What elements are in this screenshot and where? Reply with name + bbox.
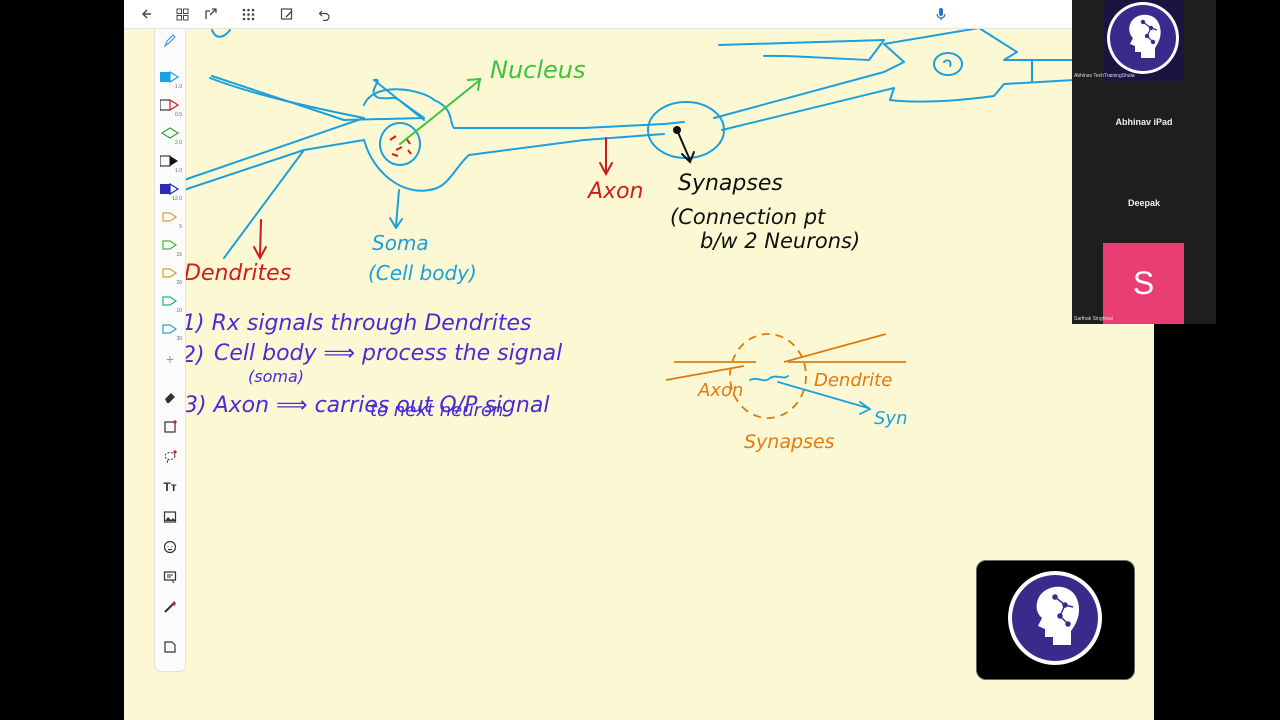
microphone-icon[interactable] — [932, 5, 950, 23]
self-view-video[interactable] — [976, 560, 1135, 680]
neuron-sketch — [183, 27, 1075, 259]
highlighter-teal-tool[interactable]: 10 — [159, 291, 182, 314]
red-arrows — [253, 137, 613, 261]
brain-logo-icon — [1008, 571, 1102, 665]
pen-black-tool[interactable]: 1.0 — [159, 151, 182, 174]
participant-name-deepak: Deepak — [1127, 198, 1161, 208]
pen-size-label: 2.0 — [175, 140, 182, 146]
note-point-1: 1) Rx signals through Dendrites — [182, 311, 532, 336]
highlighter-yellow-tool[interactable]: 20 — [159, 263, 182, 286]
label-axon: Axon — [586, 179, 643, 204]
image-icon[interactable] — [159, 507, 181, 527]
pen-red-tool[interactable]: 0.5 — [159, 95, 182, 118]
grid-view-icon[interactable] — [173, 5, 191, 23]
participant-name-sarthak: Sarthak Singhwal — [1074, 316, 1113, 322]
highlighter-size-label: 5 — [179, 224, 182, 230]
ruler-icon[interactable] — [159, 597, 181, 617]
highlighter-size-label: 10 — [176, 308, 182, 314]
highlighter-cyan-tool[interactable]: 30 — [159, 319, 182, 342]
diagram-label-syn: Syn — [874, 408, 908, 429]
drawing-tools-rail: 1.0 0.5 2.0 1.0 12.0 5 15 20 10 30 + Tт — [154, 28, 186, 672]
undo-icon[interactable] — [315, 5, 333, 23]
brain-logo-icon — [1107, 2, 1179, 74]
text-icon[interactable]: Tт — [159, 477, 181, 497]
label-dendrites: Dendrites — [184, 261, 291, 286]
label-nucleus: Nucleus — [490, 56, 586, 84]
diagram-label-dendrite: Dendrite — [814, 370, 892, 391]
participants-panel: Abhinav TechTrainingShala Abhinav iPad D… — [1072, 0, 1216, 324]
label-synapses-line1: (Connection pt — [670, 205, 826, 229]
comment-icon[interactable] — [159, 567, 181, 587]
pen-blue-tool[interactable]: 1.0 — [159, 67, 182, 90]
top-toolbar — [124, 0, 1072, 29]
participant-avatar-sarthak[interactable]: S — [1103, 243, 1184, 324]
pen-size-label: 12.0 — [172, 196, 182, 202]
highlighter-size-label: 30 — [176, 336, 182, 342]
insert-icon[interactable] — [202, 5, 220, 23]
lasso-icon[interactable] — [159, 447, 181, 467]
highlighter-size-label: 20 — [176, 280, 182, 286]
pen-size-label: 1.0 — [175, 84, 182, 90]
note-point-3-sub: to next neuron — [370, 400, 503, 421]
highlighter-size-label: 15 — [176, 252, 182, 258]
diagram-label-axon: Axon — [697, 380, 743, 401]
pen-navy-tool[interactable]: 12.0 — [159, 179, 182, 202]
participant-tile-abhinav-logo[interactable] — [1103, 0, 1184, 81]
page-icon[interactable] — [159, 637, 181, 657]
pen-settings-icon[interactable] — [159, 31, 181, 51]
apps-icon[interactable] — [239, 5, 257, 23]
sticker-icon[interactable] — [159, 537, 181, 557]
diagram-label-synapses: Synapses — [744, 431, 835, 453]
note-point-2-sub: (soma) — [248, 367, 304, 386]
back-arrow-icon[interactable] — [138, 5, 156, 23]
participant-name-abhinav-ipad: Abhinav iPad — [1115, 117, 1173, 127]
eraser-icon[interactable] — [159, 387, 181, 407]
label-soma: Soma — [372, 231, 429, 255]
add-tool-icon[interactable]: + — [159, 349, 181, 369]
edit-image-icon[interactable] — [278, 5, 296, 23]
label-synapses-line2: b/w 2 Neurons) — [700, 229, 860, 253]
pen-green-tool[interactable]: 2.0 — [159, 123, 182, 146]
label-cell-body: (Cell body) — [368, 261, 477, 285]
note-point-2: Cell body ⟹ process the signal — [214, 341, 562, 366]
highlighter-orange-tool[interactable]: 5 — [159, 207, 182, 230]
shape-icon[interactable] — [159, 417, 181, 437]
pen-size-label: 1.0 — [175, 168, 182, 174]
highlighter-green-tool[interactable]: 15 — [159, 235, 182, 258]
label-synapses: Synapses — [678, 171, 783, 196]
participant-name-abhinav-techtraining: Abhinav TechTrainingShala — [1074, 73, 1135, 79]
pen-size-label: 0.5 — [175, 112, 182, 118]
